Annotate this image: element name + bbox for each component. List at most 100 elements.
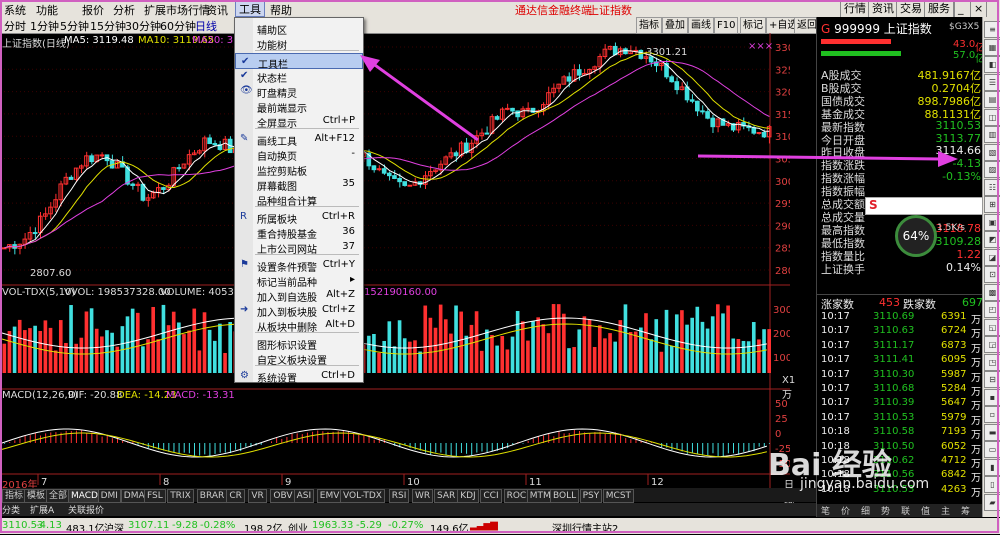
menu-tools[interactable]: 工具 (235, 0, 265, 17)
menu-item-11[interactable]: 品种组合计算 (235, 191, 363, 208)
side-tool-icon[interactable]: ▣ (984, 213, 1000, 231)
indicator-tab[interactable]: MCST (602, 489, 635, 503)
menu-item-4[interactable]: 👁 盯盘精灵 (235, 83, 363, 100)
menu-info[interactable]: 资讯 (206, 2, 228, 18)
menu-item-14[interactable]: 上市公司网站 37 (235, 239, 363, 256)
service-button[interactable]: 服务 (924, 0, 954, 18)
detail-tab[interactable]: 势 (881, 504, 890, 517)
close-icon[interactable]: × (970, 0, 987, 18)
side-tool-icon[interactable]: ◳ (984, 353, 1000, 371)
menu-item-2[interactable]: ✔ 工具栏 (235, 53, 363, 71)
indicator-tab[interactable]: FSL (144, 489, 166, 503)
menu-item-5[interactable]: 最前端显示 (235, 98, 363, 115)
side-tool-icon[interactable]: ▭ (984, 441, 1000, 458)
indicator-tab[interactable]: BOLL (550, 489, 580, 503)
indicator-tab[interactable]: VR (248, 489, 267, 503)
menu-item-21[interactable]: 自定义板块设置 (235, 350, 363, 367)
speed-widget[interactable]: 64% (895, 215, 937, 257)
side-tool-icon[interactable]: ◪ (984, 248, 1000, 266)
server-name[interactable]: 深圳行情主站2 (552, 520, 618, 535)
menu-extended-market[interactable]: 扩展市场行情 (144, 2, 210, 18)
indicator-tab[interactable]: ROC (503, 489, 530, 503)
news-button[interactable]: 资讯 (868, 0, 898, 18)
indicator-tab[interactable]: 模板 (24, 489, 49, 503)
menu-item-22[interactable]: ⚙ 系统设置 Ctrl+D (235, 368, 363, 385)
side-tool-icon[interactable]: ▧ (984, 143, 1000, 161)
bottom-tab[interactable]: 关联报价 (68, 503, 104, 516)
indicator-tab[interactable]: OBV (270, 489, 296, 503)
menu-item-0[interactable]: 辅助区 (235, 20, 363, 37)
menu-item-7[interactable]: ✎ 画线工具 Alt+F12 (235, 131, 363, 148)
detail-tab[interactable]: 联 (901, 504, 910, 517)
side-tool-icon[interactable]: ▦ (984, 38, 1000, 56)
side-tool-icon[interactable]: ◰ (984, 301, 1000, 318)
menu-item-9[interactable]: 监控剪贴板 (235, 161, 363, 178)
menu-item-6[interactable]: 全屏显示 Ctrl+P (235, 113, 363, 130)
side-tool-icon[interactable]: ▮ (984, 458, 1000, 476)
menu-item-17[interactable]: 加入到自选股 Alt+Z (235, 287, 363, 304)
indicator-tab[interactable]: ASI (293, 489, 315, 503)
bottom-tab[interactable]: 分类 (2, 503, 20, 516)
indicator-tab[interactable]: SAR (434, 489, 459, 503)
detail-tab[interactable]: 价 (841, 504, 850, 517)
menu-quote[interactable]: 报价 (82, 2, 104, 18)
tab-f10[interactable]: F10 (714, 17, 739, 34)
trade-button[interactable]: 交易 (896, 0, 926, 18)
menu-item-13[interactable]: 重合持股基金 36 (235, 224, 363, 241)
indicator-tab[interactable]: BRAR (196, 489, 228, 503)
side-tool-icon[interactable]: ◱ (984, 318, 1000, 336)
side-tool-icon[interactable]: ⊡ (984, 266, 1000, 283)
side-tool-icon[interactable]: ▰ (984, 493, 1000, 511)
minimize-icon[interactable]: _ (954, 0, 971, 18)
tab-indicator[interactable]: 指标 (636, 17, 662, 34)
side-tool-icon[interactable]: ◫ (984, 108, 1000, 126)
indicator-tab[interactable]: CCI (480, 489, 502, 503)
indicator-tab[interactable]: TRIX (167, 489, 194, 503)
side-tool-icon[interactable]: ◲ (984, 336, 1000, 353)
menu-analysis[interactable]: 分析 (113, 2, 135, 18)
period-daily[interactable]: 日线 (195, 18, 217, 34)
period-5min[interactable]: 5分钟 (60, 18, 89, 34)
side-tool-icon[interactable]: ☷ (984, 178, 1000, 196)
period-30min[interactable]: 30分钟 (125, 18, 161, 34)
menu-item-1[interactable]: 功能树 (235, 35, 363, 52)
side-tool-icon[interactable]: ▨ (984, 161, 1000, 178)
side-tool-icon[interactable]: ⊞ (984, 196, 1000, 213)
side-tool-icon[interactable]: ◩ (984, 231, 1000, 248)
indicator-tab[interactable]: CR (226, 489, 245, 503)
period-60min[interactable]: 60分钟 (160, 18, 196, 34)
side-tool-icon[interactable]: ▫ (984, 406, 1000, 423)
side-tool-icon[interactable]: ☰ (984, 73, 1000, 91)
period-1min[interactable]: 1分钟 (30, 18, 59, 34)
menu-system[interactable]: 系统 (4, 2, 26, 18)
menu-item-20[interactable]: 图形标识设置 (235, 335, 363, 352)
detail-tab[interactable]: 筹 (961, 504, 970, 517)
detail-tab[interactable]: 主 (941, 504, 950, 517)
menu-help[interactable]: 帮助 (270, 2, 292, 18)
market-button[interactable]: 行情 (840, 0, 870, 18)
side-tool-icon[interactable]: ▬ (984, 423, 1000, 441)
indicator-tab[interactable]: WR (412, 489, 434, 503)
menu-item-19[interactable]: 从板块中删除 Alt+D (235, 317, 363, 334)
menu-item-12[interactable]: R 所属板块 Ctrl+R (235, 209, 363, 226)
input-method-bar[interactable]: S (865, 197, 985, 215)
bottom-tab[interactable]: 扩展A (30, 503, 54, 516)
indicator-tab[interactable]: RSI (388, 489, 410, 503)
menu-function[interactable]: 功能 (36, 2, 58, 18)
menu-item-8[interactable]: 自动换页 - (235, 146, 363, 163)
indicator-tab[interactable]: EMV (316, 489, 343, 503)
side-tool-icon[interactable]: ▤ (984, 91, 1000, 108)
period-15min[interactable]: 15分钟 (90, 18, 126, 34)
side-tool-icon[interactable]: ≡ (984, 21, 1000, 38)
indicator-tab[interactable]: PSY (579, 489, 603, 503)
menu-item-16[interactable]: 标记当前品种 ▸ (235, 272, 363, 289)
detail-tab[interactable]: 值 (921, 504, 930, 517)
period-intraday[interactable]: 分时 (4, 18, 26, 34)
kline-chart-area[interactable]: 3300 3250 3200 3150 3100 3050 3000 2950 2900 2850… (0, 33, 795, 506)
indicator-tab[interactable]: 指标 (2, 489, 27, 503)
indicator-tab[interactable]: 全部 (46, 489, 71, 503)
side-tool-icon[interactable]: ◧ (984, 56, 1000, 73)
indicator-tab[interactable]: VOL-TDX (340, 489, 385, 503)
tab-draw[interactable]: 画线 (688, 17, 714, 34)
tab-mark[interactable]: 标记 (740, 17, 766, 34)
